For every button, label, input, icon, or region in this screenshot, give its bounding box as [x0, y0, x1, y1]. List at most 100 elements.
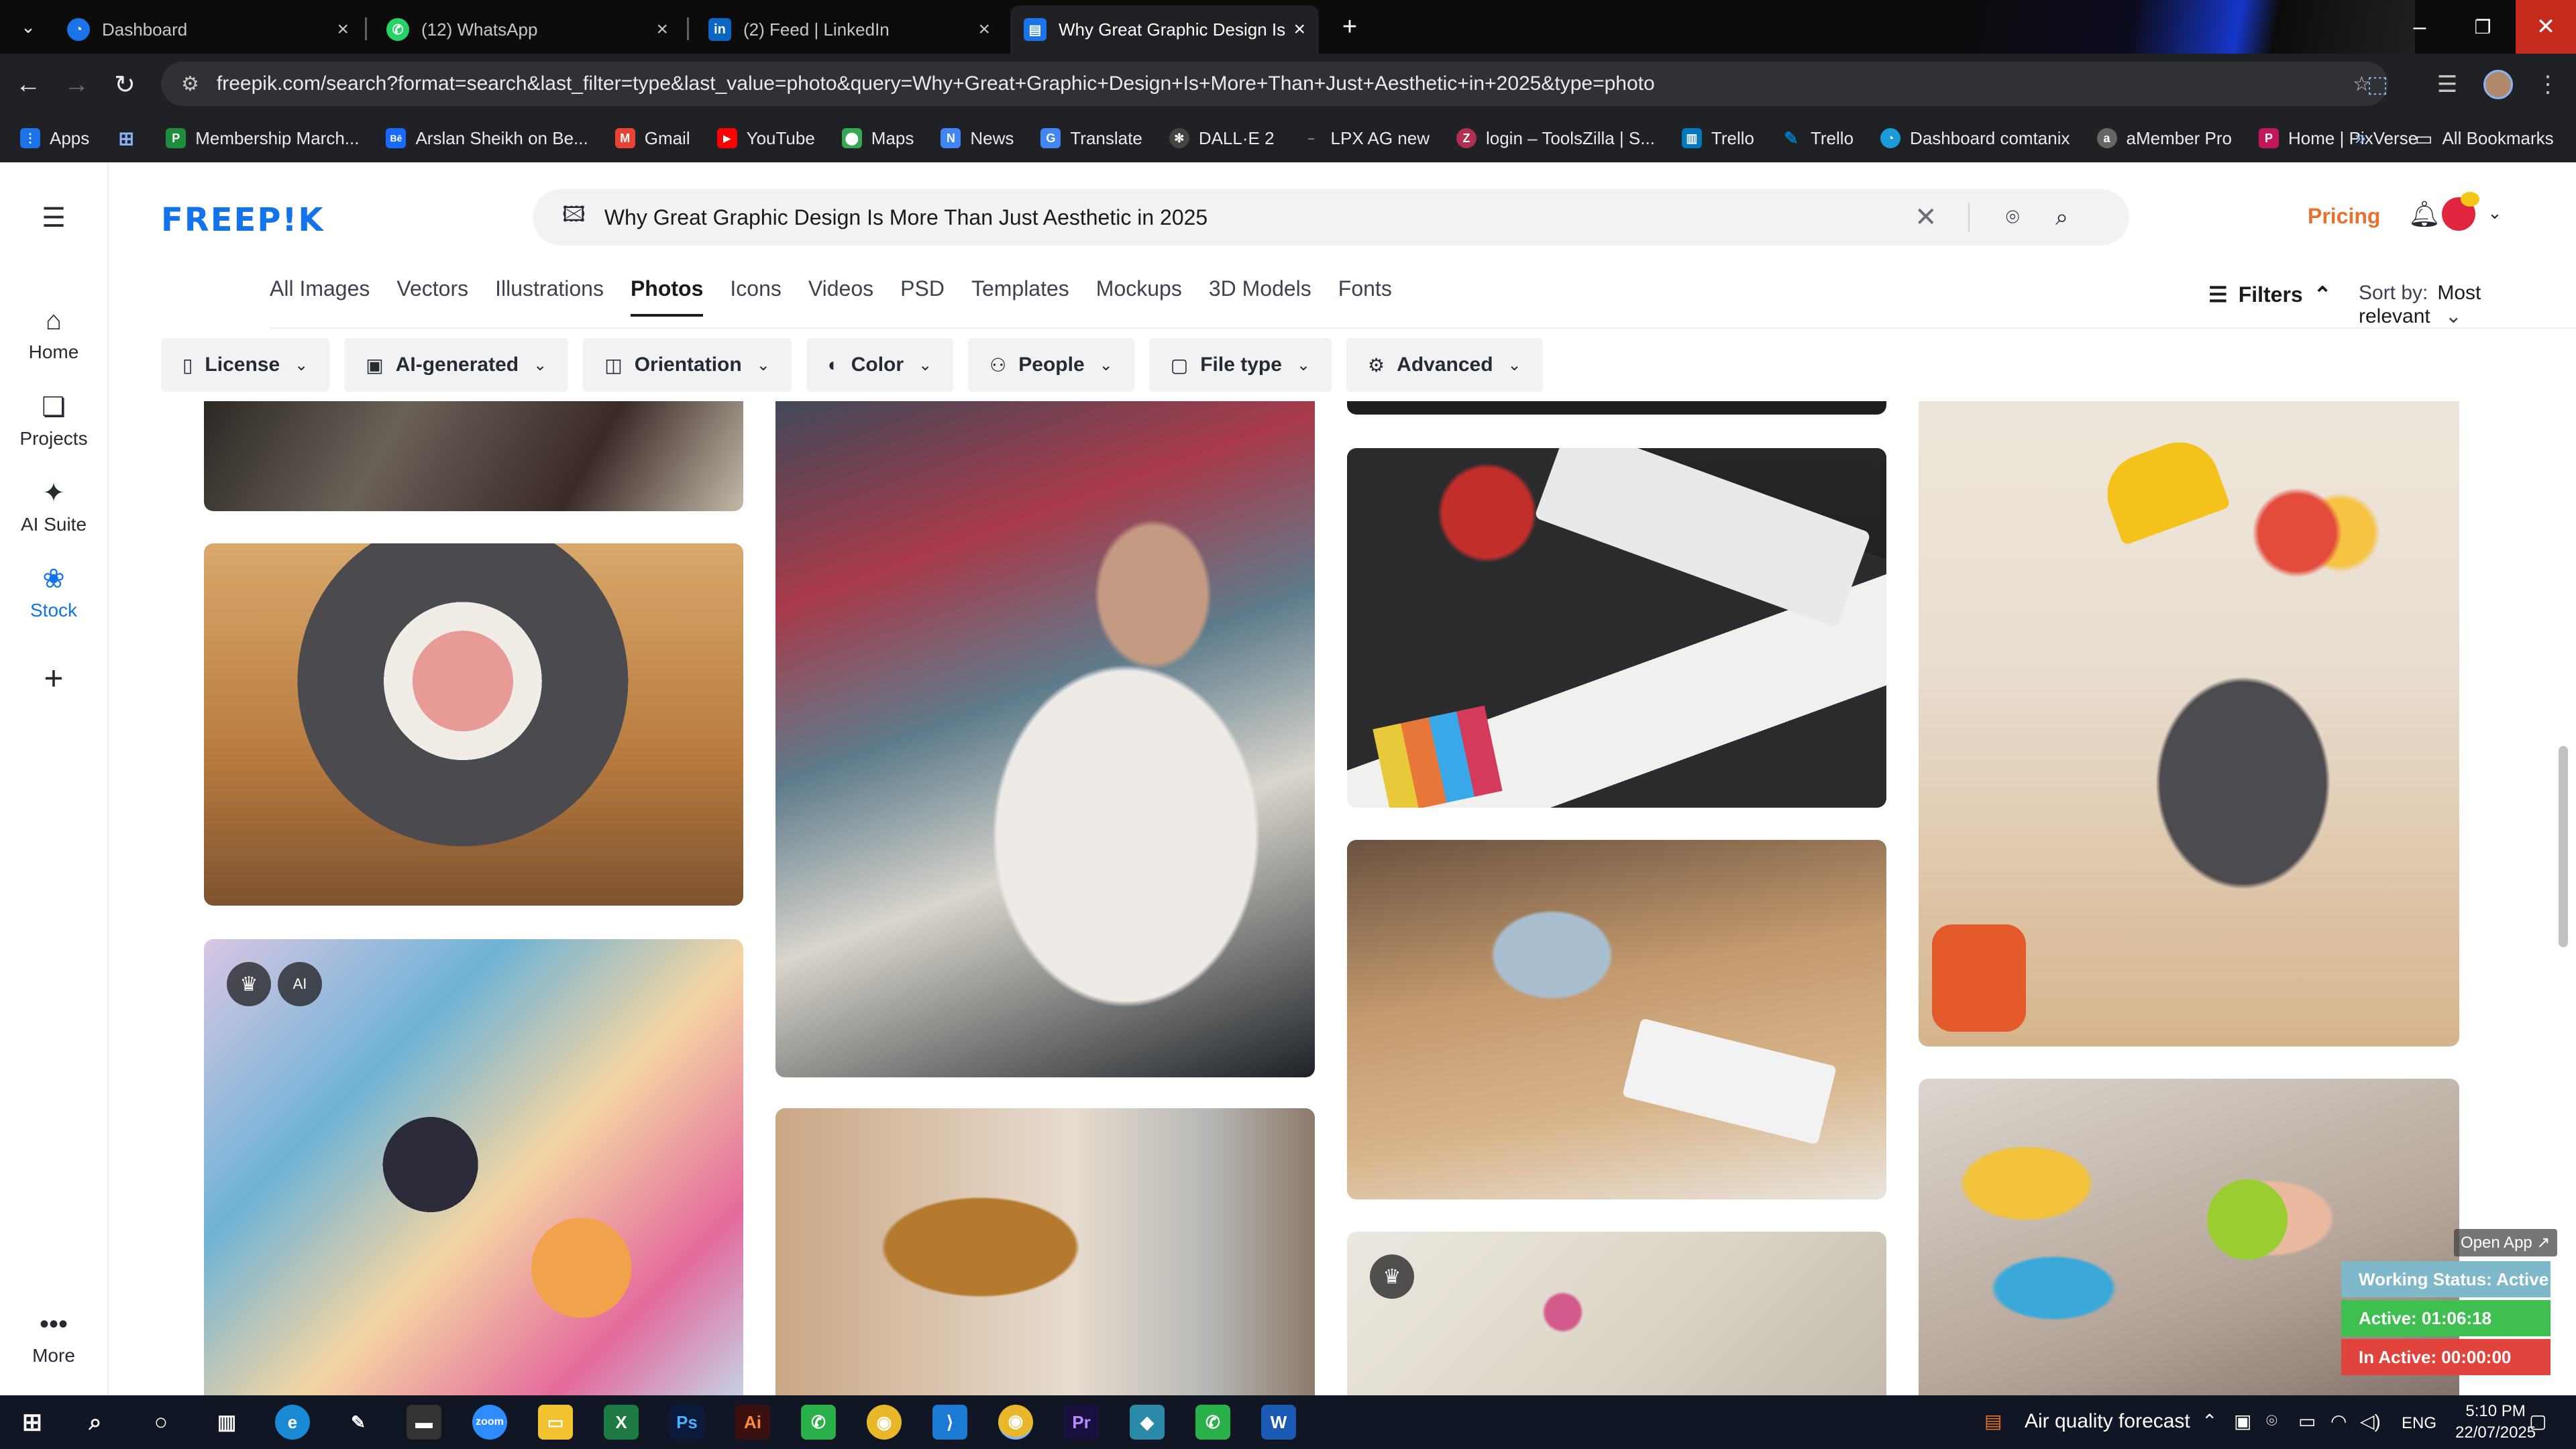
- tab-psd[interactable]: PSD: [900, 276, 945, 317]
- address-bar[interactable]: ⚙ freepik.com/search?format=search&last_…: [161, 62, 2388, 106]
- app-diamond-icon[interactable]: ◆: [1130, 1405, 1165, 1440]
- chrome-active-icon[interactable]: ◉: [998, 1405, 1033, 1440]
- rail-home[interactable]: ⌂ Home: [0, 306, 107, 363]
- green-phone-icon[interactable]: ✆: [1195, 1405, 1230, 1440]
- wifi-icon[interactable]: ◠: [2330, 1410, 2347, 1432]
- green-app-icon[interactable]: ✆: [801, 1405, 836, 1440]
- meet-icon[interactable]: ▣: [2234, 1410, 2251, 1432]
- reload-icon[interactable]: ↻: [106, 66, 144, 103]
- bookmark-tab-grid[interactable]: ⊞: [116, 128, 146, 149]
- windows-start-icon[interactable]: ⊞: [15, 1405, 50, 1440]
- file-explorer-icon[interactable]: ▭: [538, 1405, 573, 1440]
- weather-text[interactable]: Air quality forecast: [2025, 1410, 2190, 1433]
- close-icon[interactable]: ×: [656, 18, 668, 41]
- bell-icon[interactable]: 🔔︎: [2408, 200, 2440, 229]
- bookmarks-overflow[interactable]: »: [2355, 127, 2366, 150]
- excel-icon[interactable]: X: [604, 1405, 639, 1440]
- bookmark-toolszilla[interactable]: Zlogin – ToolsZilla | S...: [1456, 128, 1655, 149]
- network-icon[interactable]: ▭: [2298, 1410, 2316, 1432]
- terminal-icon[interactable]: ▬: [407, 1405, 441, 1440]
- language-indicator[interactable]: ENG: [2402, 1414, 2436, 1433]
- tab-icons[interactable]: Icons: [730, 276, 781, 317]
- photo-card[interactable]: ♛: [1347, 1232, 1886, 1395]
- chevron-up-icon[interactable]: ⌃: [2202, 1410, 2217, 1432]
- task-view-icon[interactable]: ▥: [209, 1405, 244, 1440]
- notification-icon[interactable]: ▢: [2529, 1410, 2546, 1432]
- scrollbar-thumb[interactable]: [2559, 746, 2568, 947]
- system-clock[interactable]: 5:10 PM 22/07/2025: [2455, 1401, 2536, 1444]
- bookmark-comtanix[interactable]: ◔ Dashboard comtanix: [1880, 128, 2070, 149]
- photo-card[interactable]: [1919, 401, 2459, 1046]
- filters-toggle[interactable]: ☰ Filters ⌃: [2208, 282, 2332, 307]
- bookmark-lpx[interactable]: – LPX AG new: [1301, 128, 1430, 149]
- filter-advanced[interactable]: ⚙ Advanced ⌄: [1346, 338, 1543, 392]
- filter-color[interactable]: ◐ Color ⌄: [806, 338, 954, 392]
- restore-icon[interactable]: ❐: [2453, 0, 2513, 54]
- tab-videos[interactable]: Videos: [808, 276, 873, 317]
- camera-tray-icon[interactable]: ⌾: [2266, 1410, 2277, 1432]
- back-arrow-icon[interactable]: ←: [9, 66, 47, 103]
- word-icon[interactable]: W: [1261, 1405, 1296, 1440]
- photo-card[interactable]: [1347, 448, 1886, 808]
- filter-ai-generated[interactable]: ▣ AI-generated ⌄: [344, 338, 569, 392]
- tab-templates[interactable]: Templates: [971, 276, 1069, 317]
- edge-icon[interactable]: e: [275, 1405, 310, 1440]
- new-tab-plus-icon[interactable]: +: [1331, 8, 1368, 46]
- forward-arrow-icon[interactable]: →: [58, 66, 95, 103]
- tab-search-chevron-icon[interactable]: ⌄: [9, 8, 47, 46]
- photo-card[interactable]: [775, 1108, 1315, 1395]
- filter-license[interactable]: ▯ License ⌄: [161, 338, 330, 392]
- bookmark-dalle[interactable]: ✻ DALL·E 2: [1169, 128, 1275, 149]
- tab-dashboard[interactable]: ◔ Dashboard ×: [54, 5, 362, 54]
- bookmark-gmail[interactable]: M Gmail: [614, 128, 690, 149]
- extensions-icon[interactable]: ⬚: [2359, 66, 2396, 103]
- bookmark-trello-2[interactable]: ✎ Trello: [1781, 128, 1854, 149]
- tab-fonts[interactable]: Fonts: [1338, 276, 1392, 317]
- bookmark-news[interactable]: N News: [941, 128, 1014, 149]
- bookmark-amember[interactable]: a aMember Pro: [2096, 128, 2232, 149]
- camera-icon[interactable]: ⌾: [2006, 189, 2019, 246]
- close-icon[interactable]: ×: [337, 18, 349, 41]
- filter-orientation[interactable]: ◫ Orientation ⌄: [583, 338, 792, 392]
- chrome-icon[interactable]: ◉: [867, 1405, 902, 1440]
- open-app-button[interactable]: Open App ↗: [2454, 1229, 2557, 1256]
- volume-icon[interactable]: ◁): [2360, 1410, 2381, 1432]
- close-icon[interactable]: ×: [978, 18, 990, 41]
- search-icon[interactable]: ⌕: [2055, 189, 2068, 246]
- photo-card[interactable]: [1347, 401, 1886, 415]
- rail-menu[interactable]: ☰: [0, 203, 107, 239]
- tab-3d-models[interactable]: 3D Models: [1209, 276, 1311, 317]
- bookmark-trello-1[interactable]: ▥ Trello: [1681, 128, 1754, 149]
- tab-all-images[interactable]: All Images: [270, 276, 370, 317]
- bookmark-apps[interactable]: ⋮ Apps: [20, 128, 89, 149]
- hamburger-menu-icon[interactable]: ☰: [0, 203, 107, 233]
- filter-file-type[interactable]: ▢ File type ⌄: [1148, 338, 1332, 392]
- illustrator-icon[interactable]: Ai: [735, 1405, 770, 1440]
- close-window-icon[interactable]: ✕: [2516, 0, 2576, 54]
- photo-card[interactable]: [775, 401, 1315, 1077]
- air-quality-icon[interactable]: ▤: [1984, 1410, 2002, 1432]
- bookmark-translate[interactable]: G Translate: [1040, 128, 1142, 149]
- url-text[interactable]: freepik.com/search?format=search&last_fi…: [217, 72, 1655, 95]
- close-icon[interactable]: ×: [1293, 18, 1305, 41]
- filter-people[interactable]: ⚇ People ⌄: [968, 338, 1134, 392]
- pen-tool-icon[interactable]: ✎: [341, 1405, 376, 1440]
- tab-mockups[interactable]: Mockups: [1096, 276, 1182, 317]
- bookmark-behance[interactable]: Bē Arslan Sheikh on Be...: [386, 128, 588, 149]
- browser-menu-icon[interactable]: ⋮: [2529, 66, 2567, 103]
- sort-dropdown[interactable]: Sort by: Most relevant ⌄: [2359, 282, 2576, 328]
- vscode-icon[interactable]: ⟩: [932, 1405, 967, 1440]
- image-type-icon[interactable]: 🖾: [562, 199, 586, 235]
- bookmark-youtube[interactable]: ▶ YouTube: [716, 128, 815, 149]
- premiere-icon[interactable]: Pr: [1064, 1405, 1099, 1440]
- photo-card[interactable]: [1347, 840, 1886, 1199]
- tab-illustrations[interactable]: Illustrations: [495, 276, 604, 317]
- tab-vectors[interactable]: Vectors: [396, 276, 468, 317]
- clear-search-icon[interactable]: ✕: [1915, 189, 1937, 246]
- bookmark-maps[interactable]: ⬤ Maps: [841, 128, 914, 149]
- profile-avatar-icon[interactable]: [2479, 66, 2517, 103]
- photo-card[interactable]: [204, 543, 743, 906]
- freepik-logo[interactable]: FREEP!K: [161, 201, 325, 239]
- photoshop-icon[interactable]: Ps: [669, 1405, 704, 1440]
- tab-whatsapp[interactable]: ✆ (12) WhatsApp ×: [373, 5, 682, 54]
